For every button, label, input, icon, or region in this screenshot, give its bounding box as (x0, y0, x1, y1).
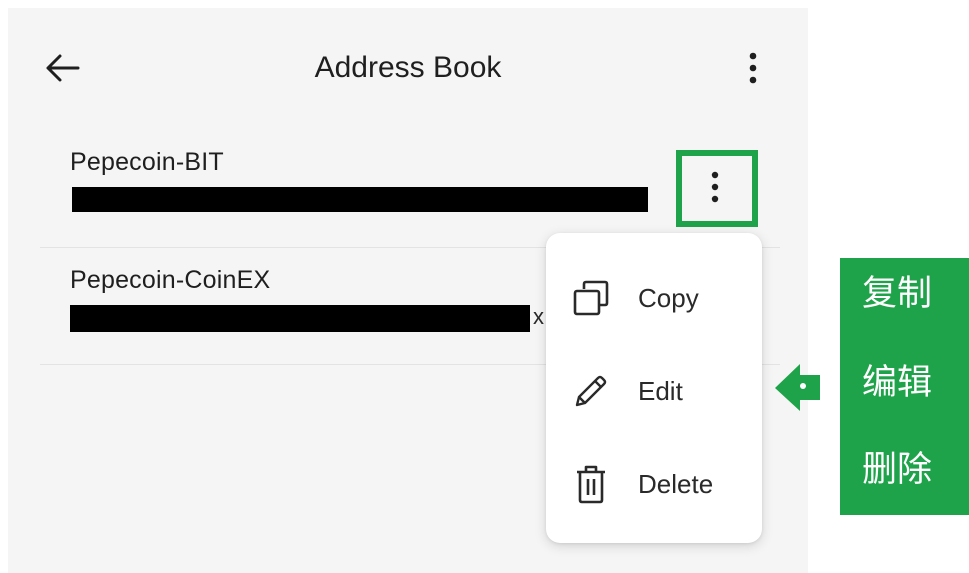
annotation-label-edit: 编辑 (862, 363, 933, 403)
more-vertical-icon (749, 52, 757, 84)
copy-icon (573, 278, 609, 318)
redacted-address (72, 187, 648, 212)
annotation-panel: 复制 编辑 删除 (840, 258, 969, 515)
contact-name: Pepecoin-CoinEX (70, 266, 271, 294)
contact-name: Pepecoin-BIT (70, 148, 224, 176)
page-title: Address Book (314, 51, 502, 84)
back-button[interactable] (44, 52, 80, 84)
trash-icon (573, 464, 609, 504)
annotation-highlight-box (676, 150, 758, 227)
header-more-button[interactable] (741, 48, 765, 88)
annotation-label-delete: 删除 (862, 450, 933, 490)
menu-item-label: Edit (638, 375, 683, 406)
context-menu: Copy Edit Delete (546, 233, 762, 543)
annotation-label-copy: 复制 (862, 274, 933, 314)
arrow-left-annotation-icon (772, 362, 822, 414)
menu-item-copy[interactable]: Copy (546, 251, 762, 344)
menu-item-edit[interactable]: Edit (546, 344, 762, 437)
redacted-address (70, 305, 530, 332)
menu-item-label: Delete (638, 468, 714, 499)
menu-item-label: Copy (638, 282, 699, 313)
pencil-icon (573, 371, 609, 411)
menu-item-delete[interactable]: Delete (546, 437, 762, 530)
address-tail: x (533, 304, 544, 329)
arrow-left-icon (46, 54, 80, 82)
